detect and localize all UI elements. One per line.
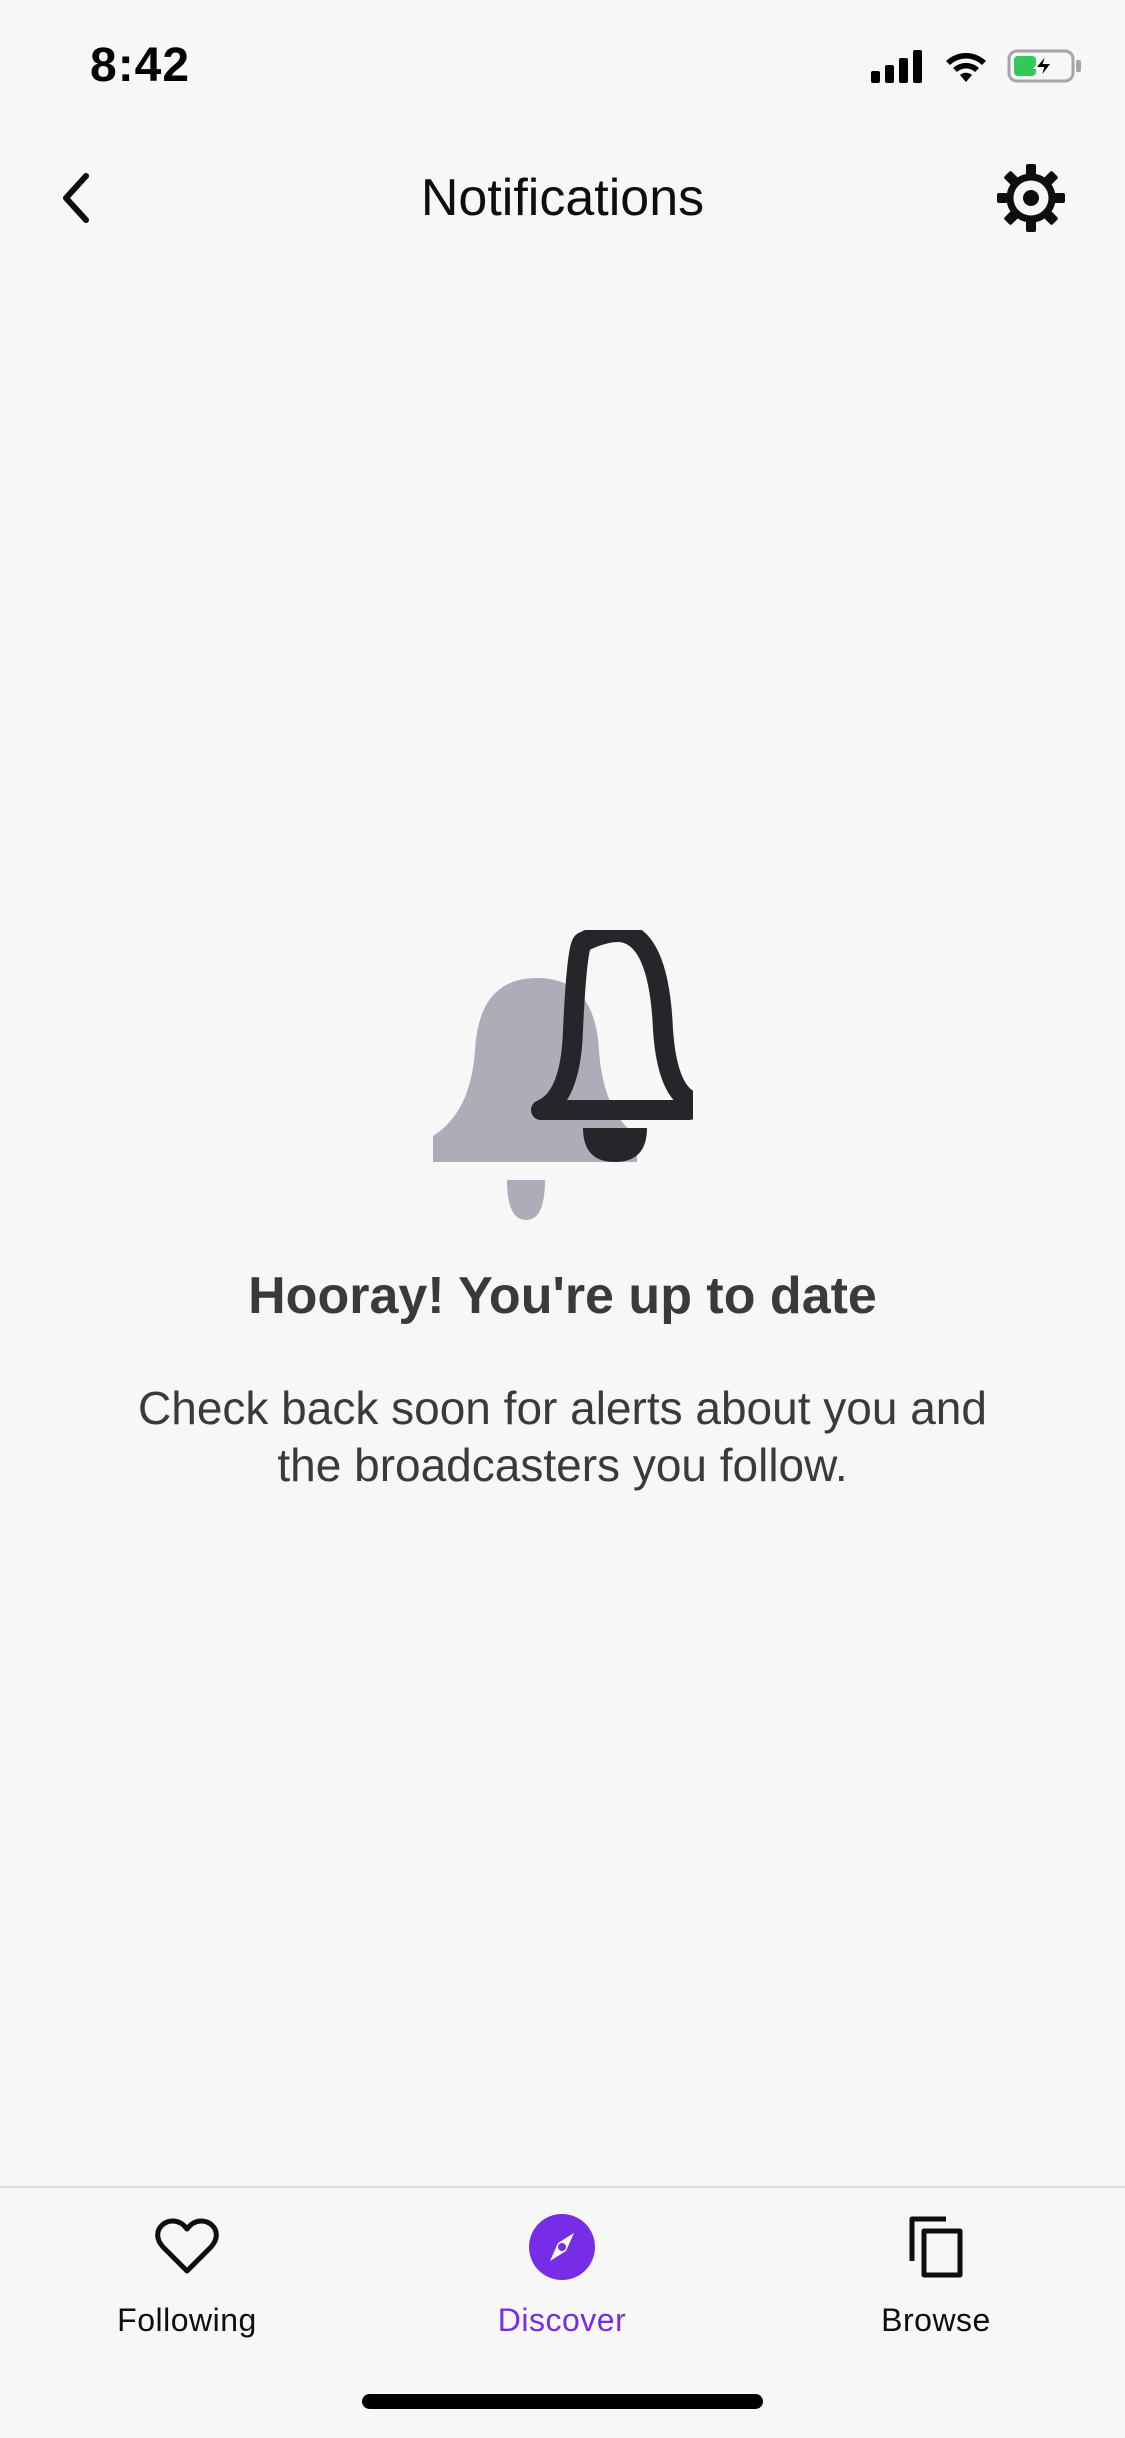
tab-browse[interactable]: Browse (786, 2212, 1086, 2342)
status-bar: 8:42 (0, 0, 1125, 130)
signal-icon (871, 49, 925, 88)
tab-discover[interactable]: Discover (412, 2212, 712, 2342)
tab-browse-label: Browse (881, 2302, 991, 2338)
heart-icon (152, 2212, 222, 2282)
settings-button[interactable] (989, 158, 1073, 242)
wifi-icon (943, 49, 989, 88)
status-icons (871, 48, 1083, 89)
empty-state-title: Hooray! You're up to date (248, 1267, 877, 1325)
copy-pages-icon (901, 2212, 971, 2282)
battery-charging-icon (1007, 48, 1083, 89)
bell-icon (0, 930, 1125, 1226)
empty-state-message: Check back soon for alerts about you and… (138, 1382, 987, 1491)
home-indicator[interactable] (362, 2394, 763, 2409)
status-time: 8:42 (90, 39, 191, 92)
tab-following[interactable]: Following (37, 2212, 337, 2342)
gear-icon (995, 162, 1067, 239)
header: Notifications (0, 130, 1125, 270)
empty-state: Hooray! You're up to date Check back soo… (0, 930, 1125, 1494)
tab-following-label: Following (117, 2302, 257, 2338)
tab-discover-label: Discover (497, 2302, 627, 2338)
page-title: Notifications (420, 169, 705, 227)
compass-icon (527, 2212, 597, 2282)
